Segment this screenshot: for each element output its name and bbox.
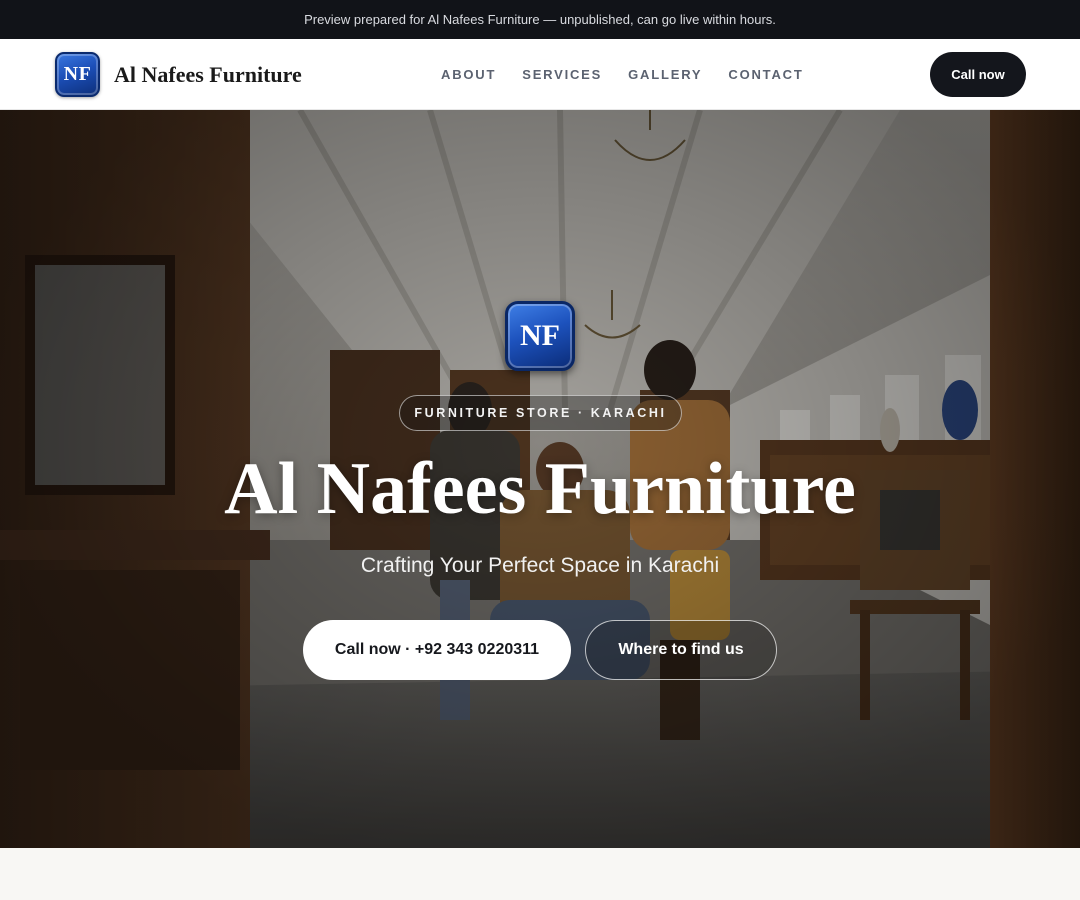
- logo-text: NF: [63, 63, 92, 85]
- hero-logo-icon: NF: [505, 301, 575, 371]
- nav-link-about[interactable]: ABOUT: [441, 67, 496, 82]
- hero-category-badge: FURNITURE STORE · KARACHI: [399, 395, 682, 431]
- main-nav: ABOUT SERVICES GALLERY CONTACT: [441, 39, 830, 109]
- brand-link[interactable]: NF Al Nafees Furniture: [55, 52, 302, 97]
- preview-banner: Preview prepared for Al Nafees Furniture…: [0, 0, 1080, 39]
- hero-title: Al Nafees Furniture: [224, 448, 856, 530]
- hero-subtitle: Crafting Your Perfect Space in Karachi: [360, 554, 720, 577]
- header-call-button[interactable]: Call now: [930, 52, 1026, 97]
- brand-name: Al Nafees Furniture: [114, 61, 302, 87]
- hero-call-button[interactable]: Call now · +92 343 0220311: [303, 620, 571, 680]
- nav-link-contact[interactable]: CONTACT: [728, 67, 803, 82]
- hero-section: NF FURNITURE STORE · KARACHI Al Nafees F…: [0, 110, 1080, 848]
- nav-link-gallery[interactable]: GALLERY: [628, 67, 702, 82]
- site-header: NF Al Nafees Furniture ABOUT SERVICES GA…: [0, 39, 1080, 110]
- hero-category-text: FURNITURE STORE · KARACHI: [414, 406, 667, 420]
- preview-banner-text: Preview prepared for Al Nafees Furniture…: [304, 12, 776, 27]
- nav-link-services[interactable]: SERVICES: [522, 67, 602, 82]
- logo-icon: NF: [55, 52, 100, 97]
- hero-location-button[interactable]: Where to find us: [585, 620, 777, 680]
- hero-logo-text: NF: [520, 319, 560, 352]
